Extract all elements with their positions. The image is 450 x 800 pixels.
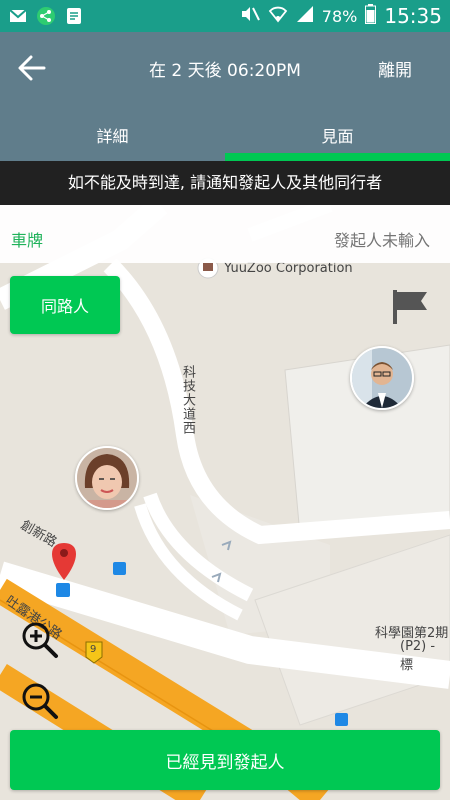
notes-icon bbox=[64, 6, 84, 26]
avatar-woman[interactable] bbox=[75, 446, 139, 510]
tab-bar: 詳細 見面 bbox=[0, 112, 450, 161]
road-label-tech-ave: 科技大道西 bbox=[180, 365, 195, 435]
battery-percent: 78% bbox=[321, 6, 358, 26]
plate-value: 發起人未輸入 bbox=[333, 231, 430, 250]
route-badge-label: 9 bbox=[90, 644, 97, 655]
leave-button[interactable]: 離開 bbox=[378, 56, 412, 81]
avatar-man[interactable] bbox=[350, 346, 414, 410]
poi-label: YuuZoo Corporation bbox=[224, 261, 353, 276]
science-park-label-2: (P2) - 標 bbox=[400, 639, 436, 673]
clock: 15:35 bbox=[384, 4, 442, 28]
zoom-in-icon[interactable] bbox=[20, 620, 60, 660]
share-icon bbox=[36, 6, 56, 26]
app-bar: 在 2 天後 06:20PM 離開 詳細 見面 bbox=[0, 32, 450, 161]
system-status: 78% 15:35 bbox=[240, 4, 442, 28]
signal-icon bbox=[296, 5, 314, 27]
notification-icons bbox=[8, 6, 84, 26]
battery-icon bbox=[365, 4, 377, 28]
plate-label: 車牌 bbox=[11, 231, 44, 250]
zoom-out-icon[interactable] bbox=[20, 681, 60, 721]
status-bar: 78% 15:35 bbox=[0, 0, 450, 32]
companions-button[interactable]: 同路人 bbox=[10, 276, 120, 334]
tab-details[interactable]: 詳細 bbox=[0, 112, 225, 161]
met-initiator-button[interactable]: 已經見到發起人 bbox=[10, 730, 440, 790]
wifi-icon bbox=[268, 5, 288, 27]
tab-meet[interactable]: 見面 bbox=[225, 112, 450, 161]
mute-icon bbox=[240, 5, 260, 27]
plate-bar: 車牌 發起人未輸入 bbox=[0, 205, 450, 263]
late-notice-banner: 如不能及時到達, 請通知發起人及其他同行者 bbox=[0, 161, 450, 205]
mail-icon bbox=[8, 6, 28, 26]
